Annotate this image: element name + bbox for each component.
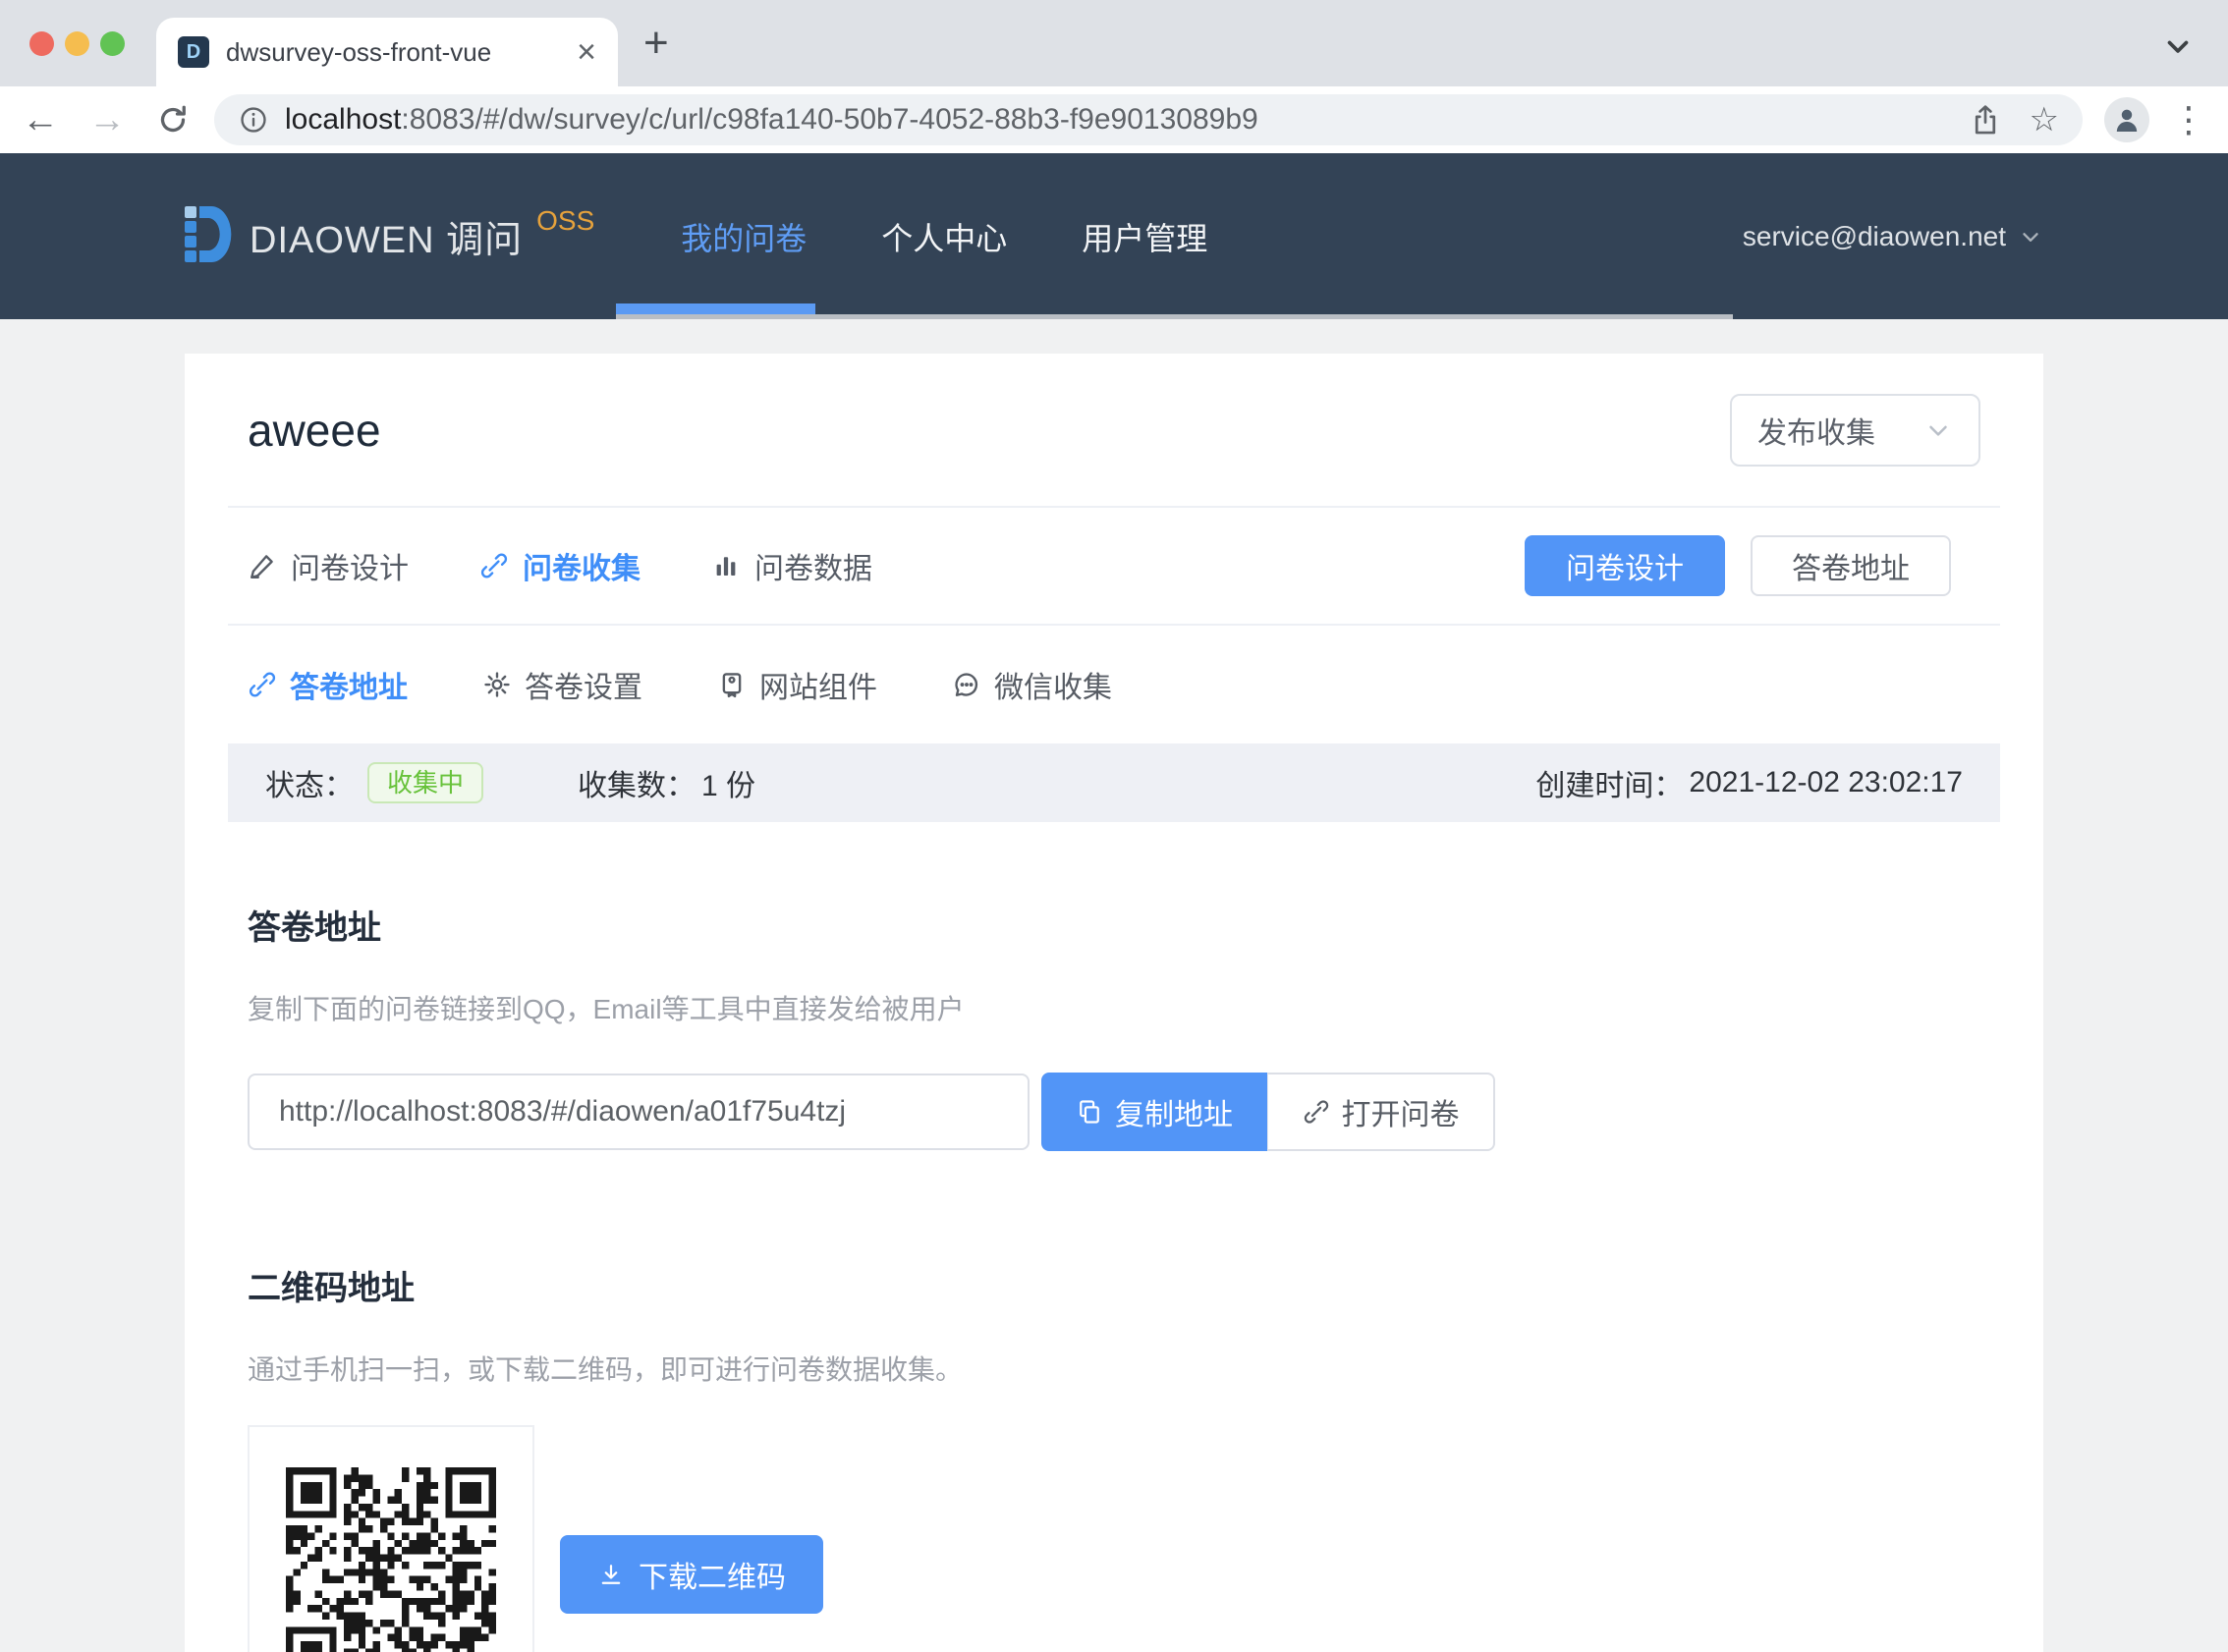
new-tab-button[interactable]: + bbox=[643, 22, 669, 65]
diaowen-logo-icon bbox=[185, 206, 232, 267]
forward-button[interactable]: → bbox=[88, 101, 126, 138]
survey-url-value: http://localhost:8083/#/diaowen/a01f75u4… bbox=[279, 1095, 846, 1129]
tab-label: 问卷收集 bbox=[523, 544, 641, 587]
qr-code-image bbox=[286, 1467, 496, 1652]
reload-button[interactable] bbox=[155, 102, 191, 138]
menu-underline-track bbox=[616, 314, 1733, 319]
url-host: localhost bbox=[285, 103, 401, 136]
count-value: 1 份 bbox=[701, 761, 755, 804]
qr-section: 二维码地址 通过手机扫一扫，或下载二维码，即可进行问卷数据收集。 下载二维码 bbox=[228, 1261, 2000, 1652]
subtab-label: 答卷地址 bbox=[290, 663, 408, 706]
favicon: D bbox=[178, 36, 209, 68]
app-navbar: DIAOWEN 调问 OSS 我的问卷 个人中心 用户管理 service@di… bbox=[0, 153, 2228, 319]
open-button-label: 打开问卷 bbox=[1342, 1090, 1460, 1133]
app-logo[interactable]: DIAOWEN 调问 OSS bbox=[185, 206, 594, 267]
share-icon[interactable] bbox=[1969, 103, 2002, 137]
link-icon bbox=[1303, 1098, 1330, 1126]
answer-url-desc: 复制下面的问卷链接到QQ，Email等工具中直接发给被用户 bbox=[248, 988, 1980, 1027]
brand-badge: OSS bbox=[536, 205, 594, 237]
browser-menu-icon[interactable]: ⋮ bbox=[2171, 99, 2206, 140]
qr-heading: 二维码地址 bbox=[248, 1261, 1980, 1309]
subtab-answer-settings[interactable]: 答卷设置 bbox=[482, 663, 642, 706]
download-qr-button[interactable]: 下载二维码 bbox=[560, 1535, 823, 1614]
pencil-icon bbox=[248, 551, 277, 580]
tab-close-icon[interactable]: × bbox=[577, 35, 596, 69]
nav-item-profile[interactable]: 个人中心 bbox=[849, 153, 1039, 319]
copy-url-button[interactable]: 复制地址 bbox=[1041, 1073, 1267, 1151]
chat-bubble-icon bbox=[952, 670, 981, 699]
url-text: localhost:8083/#/dw/survey/c/url/c98fa14… bbox=[285, 103, 1258, 137]
subtab-wechat-collect[interactable]: 微信收集 bbox=[952, 663, 1112, 706]
tab-label: 问卷数据 bbox=[754, 544, 872, 587]
created-label: 创建时间： bbox=[1535, 761, 1683, 804]
status-badge: 收集中 bbox=[367, 762, 483, 803]
answer-url-section: 答卷地址 复制下面的问卷链接到QQ，Email等工具中直接发给被用户 http:… bbox=[228, 901, 2000, 1151]
status-bar: 状态： 收集中 收集数： 1 份 创建时间： 2021-12-02 23:02:… bbox=[228, 743, 2000, 822]
download-button-label: 下载二维码 bbox=[639, 1553, 786, 1596]
bar-chart-icon bbox=[711, 551, 741, 580]
survey-url-input[interactable]: http://localhost:8083/#/diaowen/a01f75u4… bbox=[248, 1074, 1030, 1150]
tab-survey-design[interactable]: 问卷设计 bbox=[248, 544, 409, 587]
browser-toolbar: ← → localhost:8083/#/dw/survey/c/url/c98… bbox=[0, 86, 2228, 153]
window-close-button[interactable] bbox=[29, 31, 54, 56]
nav-item-user-management[interactable]: 用户管理 bbox=[1049, 153, 1240, 319]
subtab-label: 答卷设置 bbox=[525, 663, 642, 706]
subtab-site-widget[interactable]: 网站组件 bbox=[717, 663, 877, 706]
publish-dropdown-label: 发布收集 bbox=[1757, 409, 1875, 452]
collect-subtabs: 答卷地址 答卷设置 网站组件 微信收集 bbox=[228, 626, 2000, 743]
gear-icon bbox=[482, 670, 512, 699]
download-icon bbox=[597, 1561, 625, 1588]
qr-desc: 通过手机扫一扫，或下载二维码，即可进行问卷数据收集。 bbox=[248, 1349, 1980, 1388]
subtab-label: 微信收集 bbox=[994, 663, 1112, 706]
publish-collect-dropdown[interactable]: 发布收集 bbox=[1730, 394, 1980, 467]
qr-code-box bbox=[248, 1425, 534, 1652]
survey-tabs: 问卷设计 问卷收集 问卷数据 问卷设计 答卷地址 bbox=[228, 508, 2000, 626]
window-zoom-button[interactable] bbox=[100, 31, 125, 56]
tag-icon bbox=[717, 670, 747, 699]
survey-card: aweee 发布收集 问卷设计 问卷收集 bbox=[185, 354, 2043, 1652]
copy-button-label: 复制地址 bbox=[1115, 1090, 1233, 1133]
browser-tab-strip: D dwsurvey-oss-front-vue × + bbox=[0, 0, 2228, 86]
window-controls bbox=[29, 31, 125, 56]
link-icon bbox=[479, 551, 509, 580]
chevron-down-icon bbox=[2018, 224, 2043, 249]
site-info-icon[interactable] bbox=[238, 104, 269, 136]
survey-header: aweee 发布收集 bbox=[228, 354, 2000, 508]
url-path: :8083/#/dw/survey/c/url/c98fa140-50b7-40… bbox=[401, 103, 1257, 136]
status-label: 状态： bbox=[265, 761, 354, 804]
tab-title: dwsurvey-oss-front-vue bbox=[226, 37, 577, 68]
survey-title: aweee bbox=[248, 404, 381, 457]
chevron-down-icon bbox=[1923, 415, 1953, 445]
subtab-answer-url[interactable]: 答卷地址 bbox=[248, 663, 408, 706]
link-icon bbox=[248, 670, 277, 699]
created-value: 2021-12-02 23:02:17 bbox=[1689, 766, 1963, 799]
main-menu: 我的问卷 个人中心 用户管理 bbox=[643, 153, 1245, 319]
copy-icon bbox=[1076, 1098, 1103, 1126]
count-label: 收集数： bbox=[578, 761, 696, 804]
survey-design-button[interactable]: 问卷设计 bbox=[1525, 535, 1725, 596]
tab-label: 问卷设计 bbox=[291, 544, 409, 587]
account-dropdown[interactable]: service@diaowen.net bbox=[1743, 221, 2043, 252]
back-button[interactable]: ← bbox=[22, 101, 59, 138]
browser-tab[interactable]: D dwsurvey-oss-front-vue × bbox=[156, 18, 618, 86]
nav-item-my-surveys[interactable]: 我的问卷 bbox=[648, 153, 839, 319]
address-bar[interactable]: localhost:8083/#/dw/survey/c/url/c98fa14… bbox=[214, 94, 2083, 145]
tab-survey-collect[interactable]: 问卷收集 bbox=[479, 544, 641, 587]
account-email: service@diaowen.net bbox=[1743, 221, 2006, 252]
subtab-label: 网站组件 bbox=[759, 663, 877, 706]
answer-url-button[interactable]: 答卷地址 bbox=[1751, 535, 1951, 596]
page-background: aweee 发布收集 问卷设计 问卷收集 bbox=[0, 319, 2228, 1652]
profile-avatar[interactable] bbox=[2104, 97, 2149, 142]
bookmark-star-icon[interactable]: ☆ bbox=[2030, 103, 2059, 137]
window-minimize-button[interactable] bbox=[65, 31, 89, 56]
tab-search-chevron-icon[interactable] bbox=[2161, 29, 2195, 63]
answer-url-heading: 答卷地址 bbox=[248, 901, 1980, 949]
brand-name: DIAOWEN 调问 bbox=[250, 209, 523, 263]
open-survey-button[interactable]: 打开问卷 bbox=[1267, 1073, 1495, 1151]
menu-active-indicator bbox=[616, 303, 815, 314]
tab-survey-data[interactable]: 问卷数据 bbox=[711, 544, 872, 587]
